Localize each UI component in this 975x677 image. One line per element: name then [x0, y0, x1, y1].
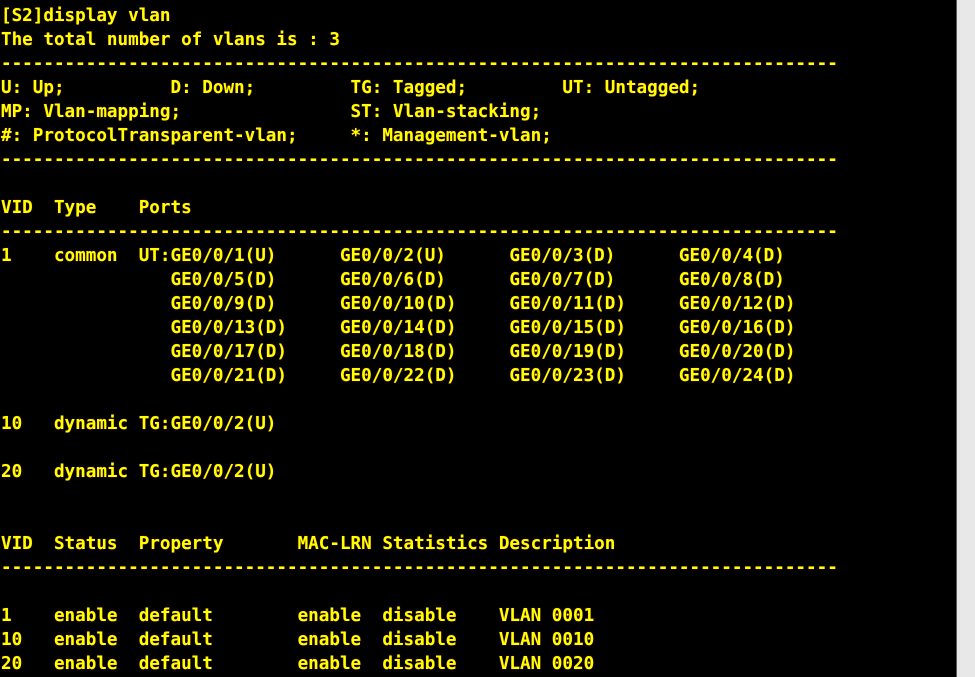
ports-row: GE0/0/21(D) GE0/0/22(D) GE0/0/23(D) GE0/…	[1, 366, 796, 386]
ports-row	[1, 484, 838, 508]
separator-top: ----------------------------------------…	[1, 54, 838, 74]
ports-table-separator: ----------------------------------------…	[1, 222, 838, 242]
ports-row	[1, 436, 838, 460]
status-row: 10 enable default enable disable VLAN 00…	[1, 630, 595, 650]
legend-line-2: MP: Vlan-mapping; ST: Vlan-stacking;	[1, 102, 542, 122]
status-table-separator: ----------------------------------------…	[1, 558, 838, 578]
legend-line-1: U: Up; D: Down; TG: Tagged; UT: Untagged…	[1, 78, 701, 98]
ports-row	[1, 508, 838, 532]
ports-row: 20 dynamic TG:GE0/0/2(U)	[1, 462, 277, 482]
ports-row: 1 common UT:GE0/0/1(U) GE0/0/2(U) GE0/0/…	[1, 246, 785, 266]
separator-legend: ----------------------------------------…	[1, 150, 838, 170]
legend-line-3: #: ProtocolTransparent-vlan; *: Manageme…	[1, 126, 552, 146]
summary-line: The total number of vlans is : 3	[1, 30, 340, 50]
command-line: [S2]display vlan	[1, 6, 171, 26]
terminal-screen[interactable]: [S2][S2]display vlanThe total number of …	[0, 0, 956, 677]
ports-row: GE0/0/13(D) GE0/0/14(D) GE0/0/15(D) GE0/…	[1, 318, 796, 338]
terminal-window[interactable]: [S2][S2]display vlanThe total number of …	[0, 0, 975, 677]
ports-row: GE0/0/17(D) GE0/0/18(D) GE0/0/19(D) GE0/…	[1, 342, 796, 362]
status-row: 1 enable default enable disable VLAN 000…	[1, 606, 595, 626]
right-gutter	[956, 0, 975, 677]
ports-table-header: VID Type Ports	[1, 198, 192, 218]
ports-row: GE0/0/9(D) GE0/0/10(D) GE0/0/11(D) GE0/0…	[1, 294, 796, 314]
ports-row: 10 dynamic TG:GE0/0/2(U)	[1, 414, 277, 434]
status-row: 20 enable default enable disable VLAN 00…	[1, 654, 595, 674]
status-table-header: VID Status Property MAC-LRN Statistics D…	[1, 534, 616, 554]
ports-row: GE0/0/5(D) GE0/0/6(D) GE0/0/7(D) GE0/0/8…	[1, 270, 785, 290]
ports-row	[1, 388, 838, 412]
terminal-output: [S2][S2]display vlanThe total number of …	[0, 0, 838, 676]
